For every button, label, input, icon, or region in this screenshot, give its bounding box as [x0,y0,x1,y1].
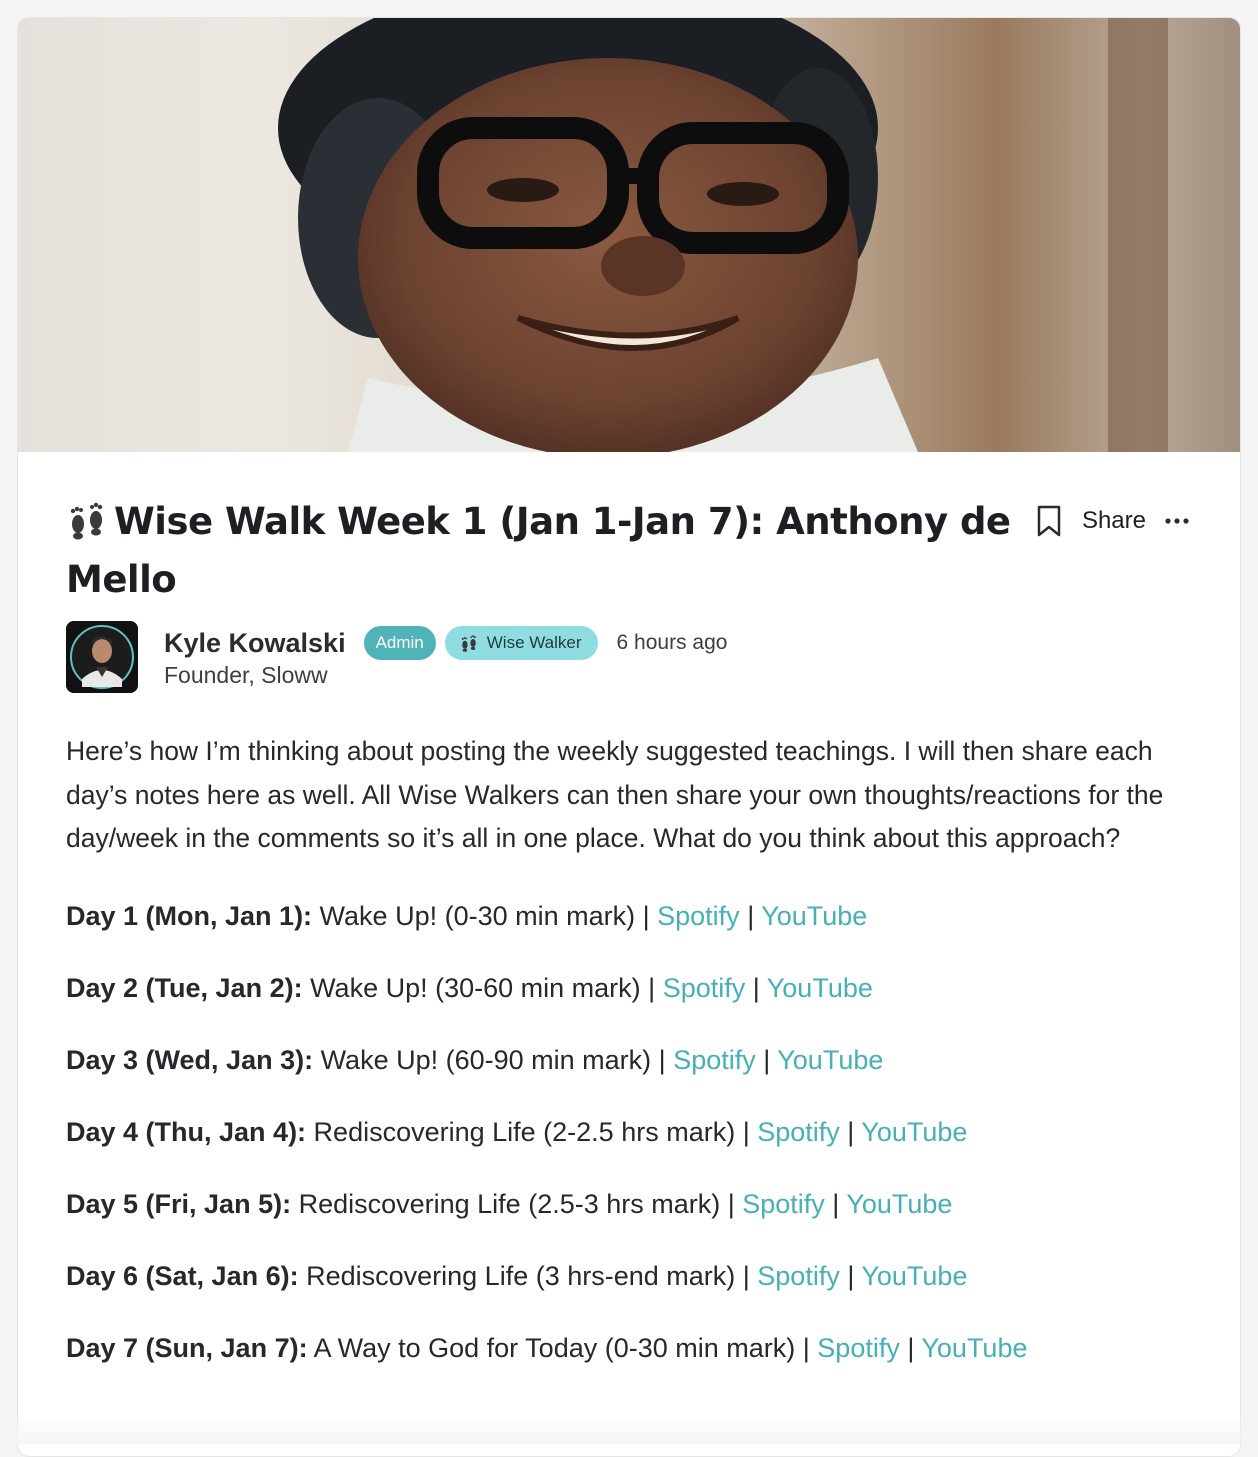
day-text: Wake Up! (60-90 min mark) | [313,1045,673,1075]
spotify-link[interactable]: Spotify [663,973,746,1003]
bottom-fade [0,1414,1258,1444]
day-list: Day 1 (Mon, Jan 1): Wake Up! (0-30 min m… [66,899,1192,1403]
day-text: Wake Up! (0-30 min mark) | [312,901,657,931]
day-item-7: Day 7 (Sun, Jan 7): A Way to God for Tod… [66,1331,1192,1403]
post-card: Wise Walk Week 1 (Jan 1-Jan 7): Anthony … [17,17,1241,1457]
spotify-link[interactable]: Spotify [757,1261,840,1291]
youtube-link[interactable]: YouTube [861,1261,967,1291]
separator: | [840,1117,862,1147]
separator: | [740,901,762,931]
post-title-text: Wise Walk Week 1 (Jan 1-Jan 7): Anthony … [66,500,1011,601]
footprints-icon [66,499,108,539]
spotify-link[interactable]: Spotify [657,901,740,931]
day-text: Rediscovering Life (2-2.5 hrs mark) | [306,1117,757,1147]
day-label: Day 6 (Sat, Jan 6): [66,1261,299,1291]
author-name[interactable]: Kyle Kowalski [164,628,346,659]
youtube-link[interactable]: YouTube [846,1189,952,1219]
separator: | [825,1189,847,1219]
day-item-6: Day 6 (Sat, Jan 6): Rediscovering Life (… [66,1259,1192,1331]
youtube-link[interactable]: YouTube [861,1117,967,1147]
youtube-link[interactable]: YouTube [761,901,867,931]
day-label: Day 2 (Tue, Jan 2): [66,973,303,1003]
separator: | [756,1045,778,1075]
spotify-link[interactable]: Spotify [817,1333,900,1363]
footprints-icon [459,634,479,652]
title-row: Wise Walk Week 1 (Jan 1-Jan 7): Anthony … [66,492,1192,609]
day-item-2: Day 2 (Tue, Jan 2): Wake Up! (30-60 min … [66,971,1192,1043]
wise-walker-badge-label: Wise Walker [487,633,582,653]
youtube-link[interactable]: YouTube [777,1045,883,1075]
author-role: Founder, Sloww [164,662,727,689]
youtube-link[interactable]: YouTube [767,973,873,1003]
day-text: Rediscovering Life (3 hrs-end mark) | [299,1261,758,1291]
post-body: Here’s how I’m thinking about posting th… [66,730,1196,861]
day-label: Day 3 (Wed, Jan 3): [66,1045,313,1075]
separator: | [745,973,767,1003]
post-actions: Share [1032,501,1192,541]
author-info: Kyle Kowalski Admin [164,621,727,689]
day-text: Wake Up! (30-60 min mark) | [303,973,663,1003]
day-label: Day 7 (Sun, Jan 7): [66,1333,308,1363]
portrait-photo [18,18,1240,452]
day-item-3: Day 3 (Wed, Jan 3): Wake Up! (60-90 min … [66,1043,1192,1115]
day-label: Day 5 (Fri, Jan 5): [66,1189,291,1219]
separator: | [900,1333,922,1363]
youtube-link[interactable]: YouTube [921,1333,1027,1363]
wise-walker-badge: Wise Walker [445,626,598,660]
bookmark-icon[interactable] [1032,501,1066,541]
day-item-4: Day 4 (Thu, Jan 4): Rediscovering Life (… [66,1115,1192,1187]
day-label: Day 4 (Thu, Jan 4): [66,1117,306,1147]
avatar[interactable] [66,621,138,693]
author-line: Kyle Kowalski Admin [164,621,727,665]
day-item-1: Day 1 (Mon, Jan 1): Wake Up! (0-30 min m… [66,899,1192,971]
day-label: Day 1 (Mon, Jan 1): [66,901,312,931]
author-row: Kyle Kowalski Admin [66,621,1192,693]
day-text: A Way to God for Today (0-30 min mark) | [308,1333,818,1363]
post-title: Wise Walk Week 1 (Jan 1-Jan 7): Anthony … [66,493,1026,609]
separator: | [840,1261,862,1291]
post-content: Wise Walk Week 1 (Jan 1-Jan 7): Anthony … [18,452,1240,1403]
admin-badge: Admin [364,626,436,660]
spotify-link[interactable]: Spotify [673,1045,756,1075]
spotify-link[interactable]: Spotify [742,1189,825,1219]
day-item-5: Day 5 (Fri, Jan 5): Rediscovering Life (… [66,1187,1192,1259]
day-text: Rediscovering Life (2.5-3 hrs mark) | [291,1189,742,1219]
more-options-icon[interactable] [1162,506,1192,536]
cover-image [18,18,1240,452]
spotify-link[interactable]: Spotify [757,1117,840,1147]
timestamp: 6 hours ago [617,631,728,655]
share-button[interactable]: Share [1082,507,1146,535]
